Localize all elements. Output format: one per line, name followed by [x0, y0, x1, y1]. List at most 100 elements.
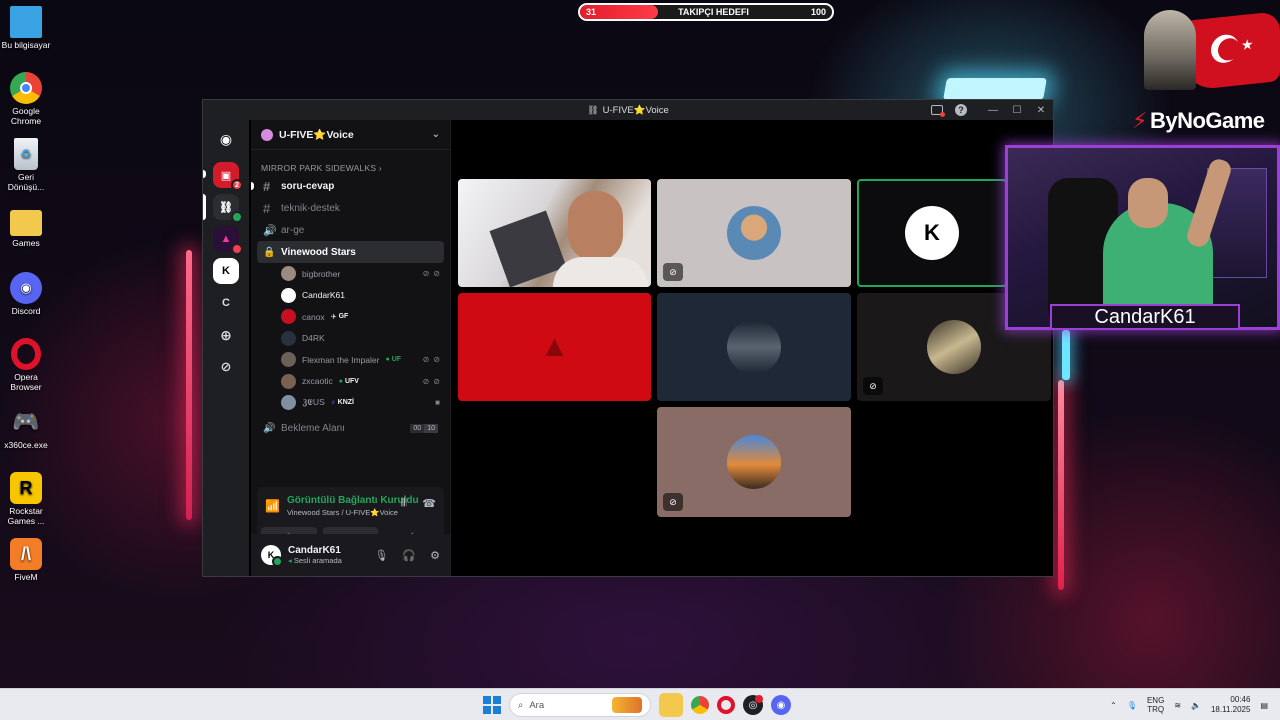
disconnect-button[interactable]: ☎ [422, 497, 436, 510]
avatar [727, 206, 781, 260]
avatar [281, 309, 296, 325]
lock-icon: 🔒 [263, 246, 276, 258]
bynogame-bolt-icon: ⚡ [1132, 108, 1147, 133]
settings-button[interactable]: ⚙ [430, 549, 440, 562]
server-icon-c[interactable]: C [213, 290, 239, 316]
user-panel: K CandarK61 ◂ Sesli aramada 🎙 🎧 ⚙ [251, 534, 450, 576]
connection-status[interactable]: Görüntülü Bağlantı Kuruldu [287, 495, 419, 506]
help-button[interactable]: ? [949, 100, 973, 120]
avatar[interactable]: K [261, 545, 283, 567]
video-tile-user[interactable]: ⊘ [657, 179, 851, 287]
channel-bekleme-alani[interactable]: 🔊 Bekleme Alanı 00 10 [257, 418, 444, 440]
discover-button[interactable]: ⊘ [213, 354, 239, 380]
clock[interactable]: 00:46 18.11.2025 [1211, 695, 1250, 715]
desktop-icon-chrome[interactable]: Google Chrome [0, 72, 52, 126]
triangle-logo-icon: ▲ [220, 233, 232, 245]
mute-button[interactable]: 🎙 [374, 549, 388, 562]
voice-user-self[interactable]: CandarK61 [281, 285, 440, 307]
discord-button[interactable]: ◉ [771, 695, 791, 715]
voice-user[interactable]: 𝖅𝕰US ⚡ KNZİ ■ [281, 392, 440, 414]
signal-icon: 📶 [265, 499, 280, 513]
taskbar-search[interactable]: ⌕ Ara [509, 693, 651, 717]
volume-icon[interactable]: 🔈 [1191, 701, 1201, 710]
deafen-icon: ⊘ [433, 355, 440, 365]
voice-user[interactable]: Flexman the Impaler ● UF ⊘ ⊘ [281, 349, 440, 371]
chrome-button[interactable] [691, 696, 709, 714]
maximize-button[interactable]: ☐ [1005, 100, 1029, 120]
desktop-icon-opera[interactable]: Opera Browser [0, 338, 52, 392]
server-icon-3[interactable]: ▲ 1 [213, 226, 243, 255]
rocket-icon: ✈ [330, 313, 337, 321]
desktop-icon-fivem[interactable]: /\ FiveM [0, 538, 52, 582]
ataturk-portrait [1144, 10, 1196, 90]
lightning-icon: ⚡ [330, 399, 336, 407]
k-logo-icon: K [222, 265, 230, 277]
video-tile-user[interactable] [657, 293, 851, 401]
avatar [281, 373, 296, 389]
chevron-up-icon[interactable]: ⌃ [1110, 701, 1117, 710]
notification-icon[interactable]: ▤ [1260, 701, 1268, 710]
speaker-icon: 🔊 [263, 423, 276, 434]
server-logo-icon: ⛓ [587, 104, 599, 115]
deafen-button[interactable]: 🎧 [402, 549, 416, 562]
microphone-icon[interactable]: 🎙 [1127, 701, 1137, 710]
avatar [281, 287, 296, 303]
guild-header[interactable]: U-FIVE⭐Voice ⌄ [251, 120, 450, 150]
turkish-flag-icon: ★ [1185, 11, 1280, 91]
camera-off-icon: ⊘ [663, 263, 683, 281]
add-server-button[interactable]: ⊕ [213, 322, 239, 348]
window-title: U-FIVE⭐Voice [602, 104, 669, 116]
desktop-icon-discord[interactable]: ◉ Discord [0, 272, 52, 316]
channel-teknik-destek[interactable]: # teknik-destek [257, 197, 444, 219]
streamer-webcam [1005, 145, 1280, 330]
mic-muted-icon: ⊘ [422, 269, 430, 279]
video-tile-camera[interactable] [458, 179, 651, 287]
discord-icon: ◉ [219, 130, 233, 147]
minimize-button[interactable]: — [981, 100, 1005, 120]
server-logo-icon: ⛓ [219, 201, 233, 214]
bynogame-logo: ⚡ ByNoGame [1132, 108, 1265, 133]
discord-window: ⛓ U-FIVE⭐Voice ? — ☐ ✕ ◉ ▣ 2 ⛓ ▲ 1 K C ⊕… [202, 99, 1054, 577]
start-button[interactable] [483, 696, 501, 714]
avatar [281, 266, 296, 282]
inbox-icon [931, 105, 945, 117]
desktop-icon-recycle-bin[interactable]: ♻ Geri Dönüşü... [0, 138, 52, 192]
avatar [927, 320, 981, 374]
desktop-icon-rockstar[interactable]: R Rockstar Games ... [0, 472, 52, 526]
server-icon-4[interactable]: K [213, 258, 239, 284]
voice-user[interactable]: zxcaotic ● UFV ⊘ ⊘ [281, 371, 440, 393]
follower-goal-bar: 31 TAKIPÇI HEDEFI 100 [578, 3, 834, 21]
file-explorer-button[interactable] [659, 693, 683, 717]
obs-button[interactable]: ◎ [743, 695, 763, 715]
voice-user[interactable]: canox ✈ GF [281, 306, 440, 328]
connection-location[interactable]: Vinewood Stars / U-FIVE⭐Voice [287, 508, 398, 517]
opera-button[interactable] [717, 696, 735, 714]
channel-category[interactable]: MIRROR PARK SIDEWALKS › [261, 163, 450, 173]
avatar [727, 435, 781, 489]
desktop-icon-games[interactable]: Games [0, 206, 52, 248]
inbox-button[interactable] [925, 100, 949, 120]
video-tile-user-speaking[interactable]: K [857, 179, 1007, 287]
gamepad-icon: 🎮 [12, 409, 40, 434]
channel-vinewood-stars[interactable]: 🔒 Vinewood Stars [257, 241, 444, 263]
server-icon-ufive[interactable]: ⛓ [213, 194, 243, 223]
speaker-icon: ◂ [288, 556, 292, 565]
desktop-icon-x360ce[interactable]: 🎮 x360ce.exe [0, 406, 52, 451]
video-icon: ■ [435, 398, 440, 408]
close-button[interactable]: ✕ [1029, 100, 1053, 120]
video-tile-user[interactable]: ⊘ [657, 407, 851, 517]
desktop-icon-this-pc[interactable]: Bu bilgisayar [0, 6, 52, 50]
channel-soru-cevap[interactable]: # soru-cevap [251, 175, 444, 197]
channel-ar-ge[interactable]: 🔊 ar-ge [257, 219, 444, 241]
discord-home-button[interactable]: ◉ [213, 126, 239, 152]
voice-user[interactable]: D4RK [281, 328, 440, 350]
waveform-icon: 𝄃𝄃 [401, 497, 407, 509]
video-tile-user[interactable]: ▲ [458, 293, 651, 401]
webcam-name-label: CandarK61 [1050, 304, 1240, 330]
voice-user[interactable]: bigbrother ⊘ ⊘ [281, 263, 440, 285]
server-icon-1[interactable]: ▣ 2 [213, 162, 243, 191]
recycle-bin-icon: ♻ [14, 138, 38, 170]
language-indicator[interactable]: ENG TRQ [1147, 696, 1164, 714]
wifi-icon[interactable]: ≋ [1174, 701, 1181, 710]
noise-suppression-button[interactable]: 𝄃𝄃 [401, 497, 406, 510]
